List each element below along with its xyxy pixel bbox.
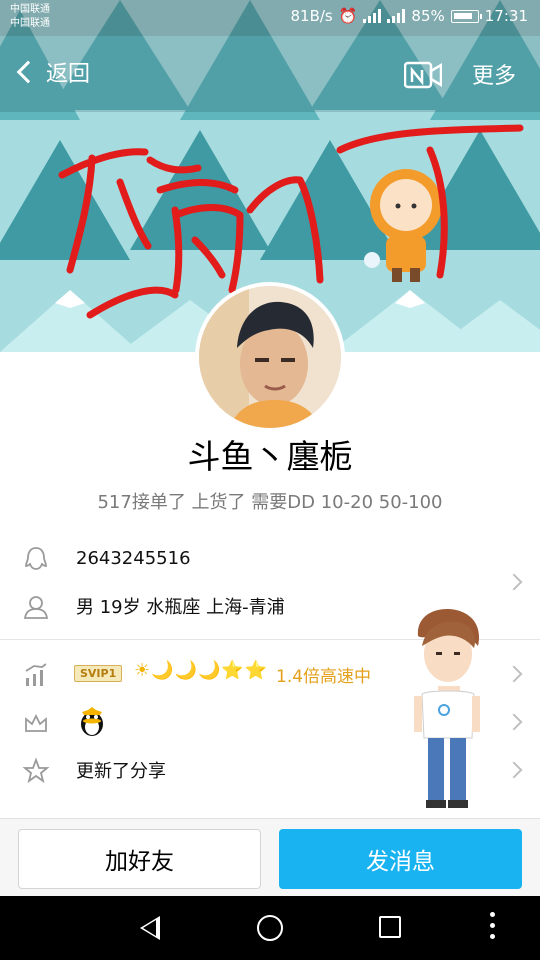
bottom-action-bar: 加好友 发消息	[0, 818, 540, 896]
star-icon	[22, 757, 50, 784]
battery-icon	[450, 9, 482, 23]
signal-icon-1	[363, 9, 382, 23]
penguin-icon	[25, 547, 47, 570]
alarm-icon: ⏰	[338, 7, 358, 25]
top-nav: 返回 更多	[0, 36, 540, 112]
nav-home-icon[interactable]	[257, 915, 283, 941]
more-button[interactable]: 更多	[472, 58, 516, 90]
chevron-left-icon	[16, 60, 40, 84]
nav-recents-icon[interactable]	[379, 916, 401, 938]
svip-badge: SVIP1	[74, 665, 123, 682]
back-label: 返回	[46, 62, 91, 87]
nav-back-icon[interactable]	[140, 916, 160, 940]
personal-details: 男 19岁 水瓶座 上海-青浦	[76, 597, 285, 618]
clock: 17:31	[484, 7, 528, 25]
avatar-photo	[199, 286, 341, 428]
qq-number-row: 2643245516	[0, 536, 540, 580]
signature: 517接单了 上货了 需要DD 10-20 50-100	[97, 492, 443, 513]
signal-icon-2	[387, 9, 406, 23]
system-nav-bar	[0, 896, 540, 960]
nickname: 斗鱼丶廛栀	[187, 437, 353, 476]
person-icon	[23, 596, 49, 619]
carrier-1: 中国联通	[10, 4, 50, 15]
crown-icon	[25, 713, 47, 732]
share-text: 更新了分享	[76, 761, 166, 782]
avatar[interactable]	[195, 282, 345, 432]
nav-menu-icon[interactable]	[490, 912, 496, 944]
qq-penguin-icon	[81, 707, 103, 736]
net-speed: 81B/s	[290, 7, 333, 25]
video-call-icon[interactable]	[404, 60, 442, 90]
add-friend-button[interactable]: 加好友	[18, 829, 261, 889]
back-button[interactable]: 返回	[14, 56, 90, 88]
qq-number[interactable]: 2643245516	[76, 548, 191, 569]
profile-screen: 中国联通 中国联通 81B/s ⏰ 85% 17:31 返回 更多 斗鱼丶廛栀 …	[0, 0, 540, 960]
send-message-button[interactable]: 发消息	[279, 829, 522, 889]
status-icons: 81B/s ⏰ 85% 17:31	[290, 7, 528, 25]
speed-status: 1.4倍高速中	[276, 667, 372, 687]
status-bar: 中国联通 中国联通 81B/s ⏰ 85% 17:31	[0, 0, 540, 36]
carrier-2: 中国联通	[10, 18, 50, 29]
cartoon-figure[interactable]	[408, 606, 486, 812]
level-up-icon	[25, 663, 47, 686]
carrier-info: 中国联通 中国联通	[10, 3, 50, 31]
battery-percent: 85%	[411, 7, 445, 25]
level-icons: ☀🌙🌙🌙⭐⭐	[134, 660, 269, 681]
